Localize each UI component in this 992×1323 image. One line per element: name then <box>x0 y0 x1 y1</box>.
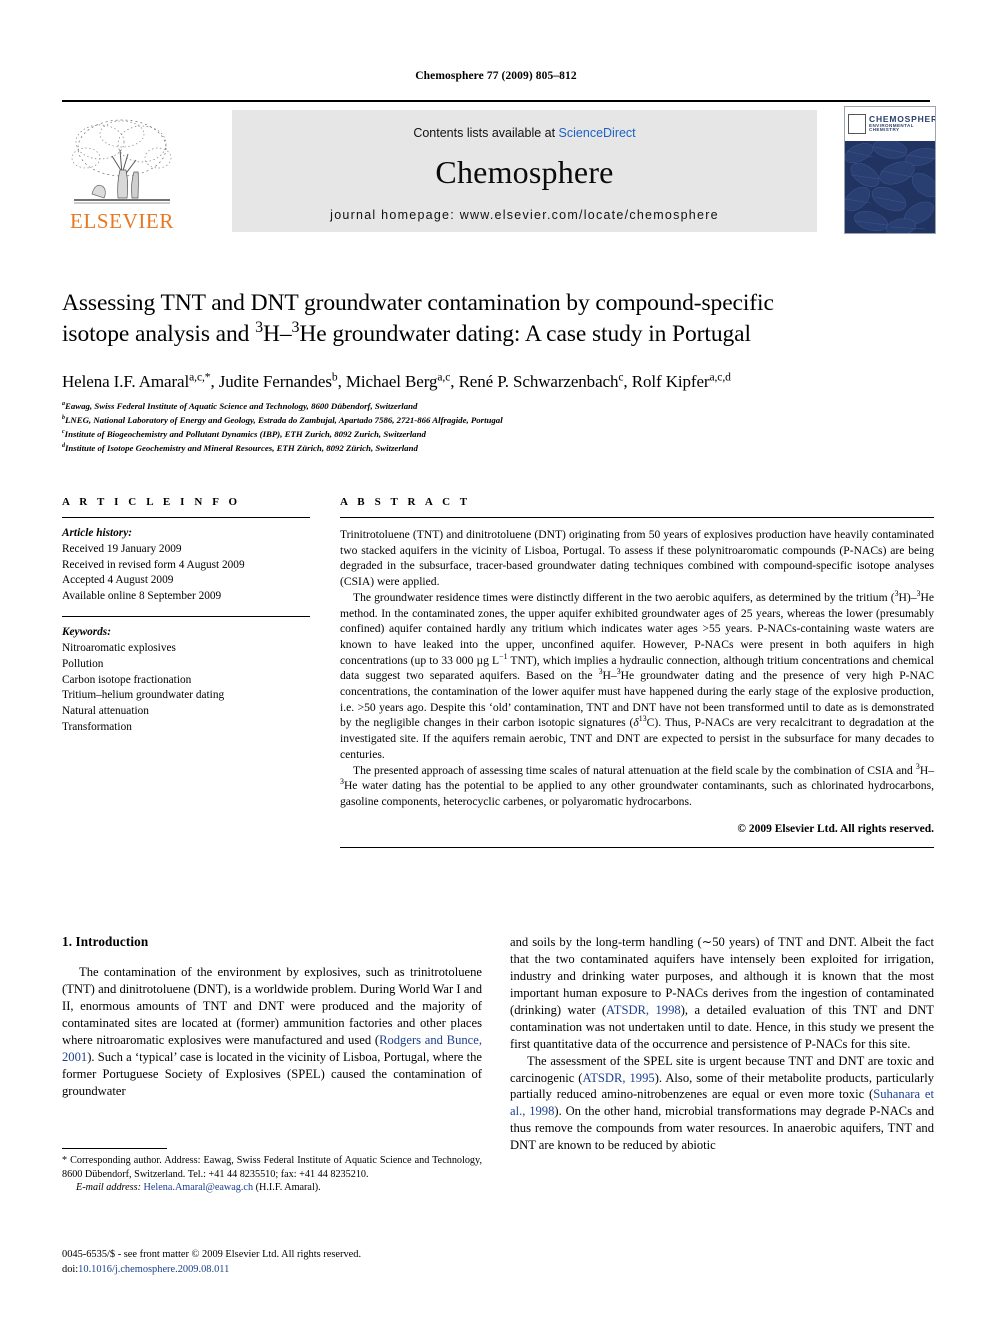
abstract-paragraph: The groundwater residence times were dis… <box>340 588 934 761</box>
article-info-heading: A R T I C L E I N F O <box>62 496 241 508</box>
keywords-block: Keywords: Nitroaromatic explosives Pollu… <box>62 625 310 736</box>
journal-banner: Contents lists available at ScienceDirec… <box>232 110 817 232</box>
author-sep: , <box>337 372 346 391</box>
keyword-item: Tritium–helium groundwater dating <box>62 689 225 702</box>
doi-label: doi: <box>62 1263 79 1275</box>
journal-cover-thumbnail: CHEMOSPHERE ENVIRONMENTAL CHEMISTRY <box>844 106 936 234</box>
introduction-text-right: and soils by the long-term handling (∼50… <box>510 934 934 1154</box>
affiliation-list: aEawag, Swiss Federal Institute of Aquat… <box>62 400 934 456</box>
footnote-divider <box>62 1148 167 1149</box>
history-item: Accepted 4 August 2009 <box>62 574 174 587</box>
keyword-item: Pollution <box>62 657 104 670</box>
author-affil-marker: a,c,d <box>709 370 731 384</box>
author-name: Rolf Kipfer <box>631 372 710 391</box>
affiliation-text: LNEG, National Laboratory of Energy and … <box>64 414 503 425</box>
citation-link[interactable]: ATSDR, 1995 <box>583 1071 655 1085</box>
citation-link[interactable]: Suhanara et al., 1998 <box>510 1087 934 1118</box>
paragraph-text: The assessment of the SPEL site is urgen… <box>510 1053 934 1153</box>
article-history: Article history: Received 19 January 200… <box>62 526 310 605</box>
author-affil-marker: a,c,* <box>189 370 211 384</box>
title-line-1: Assessing TNT and DNT groundwater contam… <box>62 290 774 316</box>
title-line-2-c: He groundwater dating: A case study in P… <box>299 321 751 348</box>
body-paragraph: The contamination of the environment by … <box>62 964 482 1100</box>
author-list: Helena I.F. Amarala,c,*, Judite Fernande… <box>62 370 934 392</box>
affiliation-item: dInstitute of Isotope Geochemistry and M… <box>62 442 934 456</box>
introduction-text-left: The contamination of the environment by … <box>62 964 482 1100</box>
paper-page: Chemosphere 77 (2009) 805–812 ELSEVIER C… <box>0 0 992 1323</box>
journal-homepage[interactable]: journal homepage: www.elsevier.com/locat… <box>232 208 817 222</box>
author-name: Helena I.F. Amaral <box>62 372 190 391</box>
corresponding-author-text: * Corresponding author. Address: Eawag, … <box>62 1155 482 1180</box>
paragraph-text: The contamination of the environment by … <box>62 965 483 1098</box>
imprint-line: 0045-6535/$ - see front matter © 2009 El… <box>62 1249 362 1260</box>
affiliation-text: Institute of Isotope Geochemistry and Mi… <box>64 442 418 453</box>
author-affil-marker: a,c <box>437 370 451 384</box>
email-link[interactable]: Helena.Amaral@eawag.ch <box>144 1182 254 1193</box>
article-info-column: A R T I C L E I N F O Article history: R… <box>62 496 310 736</box>
doi-link[interactable]: 10.1016/j.chemosphere.2009.08.011 <box>78 1264 229 1275</box>
cover-header: CHEMOSPHERE ENVIRONMENTAL CHEMISTRY <box>845 107 935 141</box>
abstract-bottom-rule <box>340 846 934 848</box>
citation-link[interactable]: Rodgers and Bunce, 2001 <box>62 1033 482 1064</box>
keywords-label: Keywords: <box>62 626 111 639</box>
title-line-2-b: H– <box>262 321 292 348</box>
imprint-block: 0045-6535/$ - see front matter © 2009 El… <box>62 1248 522 1278</box>
introduction-column-right: and soils by the long-term handling (∼50… <box>510 934 934 1154</box>
journal-masthead: ELSEVIER Contents lists available at Sci… <box>62 100 936 234</box>
contents-prefix: Contents lists available at <box>413 126 559 140</box>
elsevier-wordmark: ELSEVIER <box>70 209 174 233</box>
abstract-rule <box>340 517 934 518</box>
history-item: Received in revised form 4 August 2009 <box>62 558 245 571</box>
email-label: E-mail address: <box>76 1182 141 1194</box>
abstract-body: Trinitrotoluene (TNT) and dinitrotoluene… <box>340 527 934 810</box>
author-sep: , <box>210 372 219 391</box>
affiliation-text: Institute of Biogeochemistry and Polluta… <box>64 428 426 439</box>
keyword-item: Nitroaromatic explosives <box>62 641 176 654</box>
footnote-block: * Corresponding author. Address: Eawag, … <box>62 1148 482 1195</box>
keyword-item: Transformation <box>62 720 132 733</box>
contents-line: Contents lists available at ScienceDirec… <box>232 110 817 140</box>
sciencedirect-link[interactable]: ScienceDirect <box>559 126 636 140</box>
running-head: Chemosphere 77 (2009) 805–812 <box>415 70 577 82</box>
body-paragraph: and soils by the long-term handling (∼50… <box>510 934 934 1053</box>
author-name: Michael Berg <box>345 372 438 391</box>
abstract-heading: A B S T R A C T <box>340 496 471 508</box>
citation-link[interactable]: ATSDR, 1998 <box>606 1003 681 1017</box>
author-sep: , <box>450 372 459 391</box>
title-line-2-a: isotope analysis and <box>62 321 256 348</box>
email-attribution: (H.I.F. Amaral). <box>255 1182 321 1194</box>
affiliation-text: Eawag, Swiss Federal Institute of Aquati… <box>64 401 418 411</box>
abstract-paragraph: The presented approach of assessing time… <box>340 761 934 808</box>
introduction-column-left: 1. Introduction The contamination of the… <box>62 934 482 1100</box>
affiliation-item: cInstitute of Biogeochemistry and Pollut… <box>62 428 934 442</box>
keyword-item: Natural attenuation <box>62 705 149 718</box>
cover-elsevier-mark-icon <box>848 114 866 134</box>
article-history-label: Article history: <box>62 527 132 539</box>
elsevier-logo: ELSEVIER <box>62 108 182 232</box>
body-paragraph: The assessment of the SPEL site is urgen… <box>510 1053 934 1155</box>
keywords-rule <box>62 616 310 618</box>
abstract-copyright: © 2009 Elsevier Ltd. All rights reserved… <box>737 822 934 835</box>
author-sep: , <box>623 372 632 391</box>
journal-title: Chemosphere <box>435 154 614 190</box>
history-item: Available online 8 September 2009 <box>62 590 222 603</box>
cover-journal-subtitle: ENVIRONMENTAL CHEMISTRY <box>869 122 914 133</box>
abstract-column: A B S T R A C T Trinitrotoluene (TNT) an… <box>340 496 934 848</box>
section-heading-introduction: 1. Introduction <box>62 934 149 949</box>
article-info-rule <box>62 517 310 518</box>
page-title: Assessing TNT and DNT groundwater contam… <box>62 288 934 351</box>
title-sup-1: 3 <box>255 319 263 337</box>
author-name: Judite Fernandes <box>218 372 332 391</box>
cover-leaves-image <box>845 141 935 233</box>
history-item: Received 19 January 2009 <box>62 542 182 555</box>
keyword-item: Carbon isotope fractionation <box>62 673 192 686</box>
corresponding-author-note: * Corresponding author. Address: Eawag, … <box>62 1154 482 1195</box>
abstract-paragraph: Trinitrotoluene (TNT) and dinitrotoluene… <box>340 528 934 589</box>
paragraph-text: and soils by the long-term handling (∼50… <box>510 935 934 1051</box>
author-name: René P. Schwarzenbach <box>458 372 619 391</box>
elsevier-tree-icon <box>71 119 172 204</box>
doi-line: doi:10.1016/j.chemosphere.2009.08.011 <box>62 1263 522 1278</box>
affiliation-item: bLNEG, National Laboratory of Energy and… <box>62 414 934 428</box>
affiliation-item: aEawag, Swiss Federal Institute of Aquat… <box>62 400 934 414</box>
